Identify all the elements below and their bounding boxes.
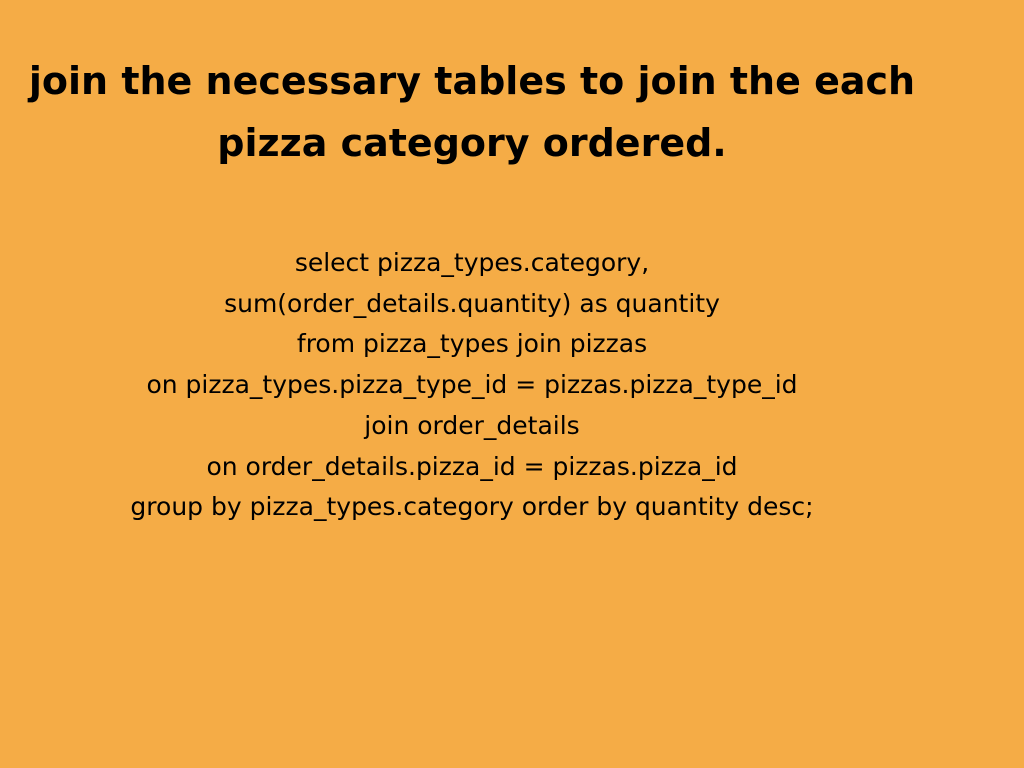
sql-line-join-order-details: join order_details xyxy=(364,410,580,440)
sql-line-sum: sum(order_details.quantity) as quantity xyxy=(224,288,720,318)
sql-query-block: select pizza_types.category, sum(order_d… xyxy=(22,243,922,528)
sql-line-group-order: group by pizza_types.category order by q… xyxy=(130,492,814,522)
title-line-2: pizza category ordered. xyxy=(217,121,727,165)
sql-line-from: from pizza_types join pizzas xyxy=(296,329,648,359)
page-title: join the necessary tables to join the ea… xyxy=(22,50,922,174)
sql-line-on-order-details: on order_details.pizza_id = pizzas.pizza… xyxy=(206,451,738,481)
sql-line-select: select pizza_types.category, xyxy=(294,248,650,277)
sql-line-on-pizza-types: on pizza_types.pizza_type_id = pizzas.pi… xyxy=(146,370,798,400)
slide: join the necessary tables to join the ea… xyxy=(0,0,1024,768)
title-line-1: join the necessary tables to join the ea… xyxy=(28,59,916,103)
